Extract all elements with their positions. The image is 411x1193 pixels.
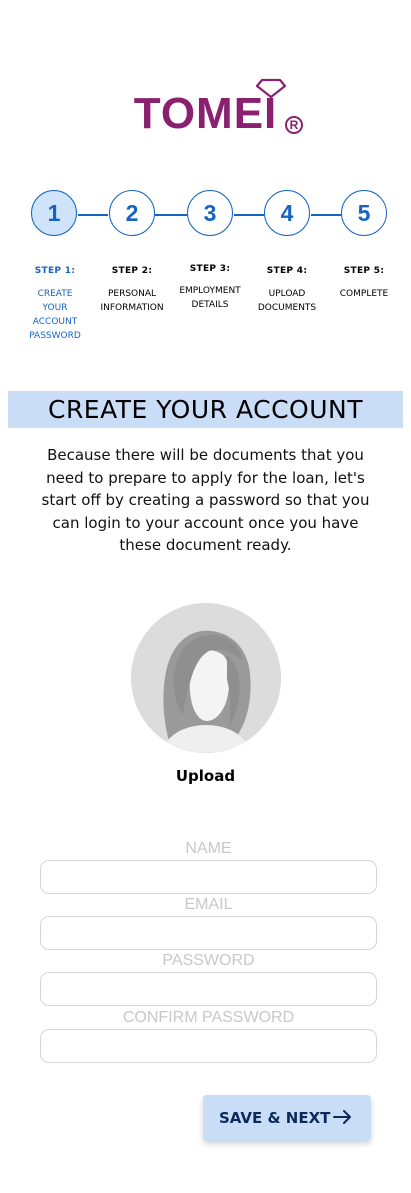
step-3-desc-line: DETAILS	[191, 300, 229, 310]
step-connector	[78, 214, 108, 216]
upload-button[interactable]: Upload	[0, 767, 411, 785]
step-2-number-label: STEP 2:	[111, 266, 153, 276]
step-5-desc-line: COMPLETE	[339, 289, 389, 299]
step-4-number-label: STEP 4:	[266, 266, 308, 276]
registered-mark: R	[285, 116, 303, 134]
step-4-circle[interactable]: 4	[264, 190, 310, 236]
step-1-desc-line: YOUR	[42, 303, 68, 313]
step-3-desc-line: EMPLOYMENT	[179, 286, 241, 296]
step-4-description: UPLOAD DOCUMENTS	[247, 287, 327, 315]
step-3-circle[interactable]: 3	[187, 190, 233, 236]
step-1-number-label: STEP 1:	[34, 266, 76, 276]
step-5-circle[interactable]: 5	[341, 190, 387, 236]
step-2-label-group: STEP 2: PERSONAL INFORMATION	[92, 266, 172, 315]
step-connector	[311, 214, 341, 216]
step-5-description: COMPLETE	[324, 287, 404, 301]
save-next-button[interactable]: SAVE & NEXT	[203, 1095, 371, 1141]
name-field[interactable]	[40, 860, 377, 894]
email-label: EMAIL	[184, 896, 233, 913]
step-3-label-group: STEP 3: EMPLOYMENT DETAILS	[170, 264, 250, 312]
step-2-desc-line: INFORMATION	[100, 303, 164, 313]
step-connector	[234, 214, 264, 216]
step-connector	[155, 214, 187, 216]
progress-stepper: 1 2 3 4 5	[0, 190, 411, 240]
password-label: PASSWORD	[162, 952, 255, 969]
password-field[interactable]	[40, 972, 377, 1006]
intro-text: Because there will be documents that you…	[41, 446, 370, 554]
avatar-upload[interactable]	[131, 603, 281, 753]
step-5-number-label: STEP 5:	[343, 266, 385, 276]
step-1-desc-line: CREATE	[37, 289, 73, 299]
logo: TOMEI R	[0, 78, 411, 136]
arrow-right-icon	[333, 1110, 351, 1124]
step-1-description: CREATE YOUR ACCOUNT PASSWORD	[15, 287, 95, 343]
step-4-label-group: STEP 4: UPLOAD DOCUMENTS	[247, 266, 327, 315]
step-4-desc-line: UPLOAD	[268, 289, 306, 299]
step-1-circle[interactable]: 1	[31, 190, 77, 236]
step-1-desc-line: PASSWORD	[29, 331, 81, 341]
step-2-desc-line: PERSONAL	[107, 289, 157, 299]
confirm-password-label: CONFIRM PASSWORD	[122, 1009, 295, 1026]
step-1-label-group: STEP 1: CREATE YOUR ACCOUNT PASSWORD	[15, 266, 95, 343]
step-2-description: PERSONAL INFORMATION	[92, 287, 172, 315]
page-title: CREATE YOUR ACCOUNT	[8, 391, 403, 428]
brand-name: TOMEI	[133, 89, 278, 138]
step-5-label-group: STEP 5: COMPLETE	[324, 266, 404, 301]
step-2-circle[interactable]: 2	[109, 190, 155, 236]
name-label: NAME	[185, 840, 232, 857]
diamond-icon	[256, 78, 286, 98]
confirm-password-field[interactable]	[40, 1029, 377, 1063]
save-next-label: SAVE & NEXT	[219, 1109, 331, 1127]
step-3-description: EMPLOYMENT DETAILS	[170, 284, 250, 312]
step-3-number-label: STEP 3:	[189, 264, 231, 274]
email-field[interactable]	[40, 916, 377, 950]
person-silhouette-icon	[131, 603, 281, 753]
step-4-desc-line: DOCUMENTS	[257, 303, 317, 313]
step-1-desc-line: ACCOUNT	[32, 317, 78, 327]
